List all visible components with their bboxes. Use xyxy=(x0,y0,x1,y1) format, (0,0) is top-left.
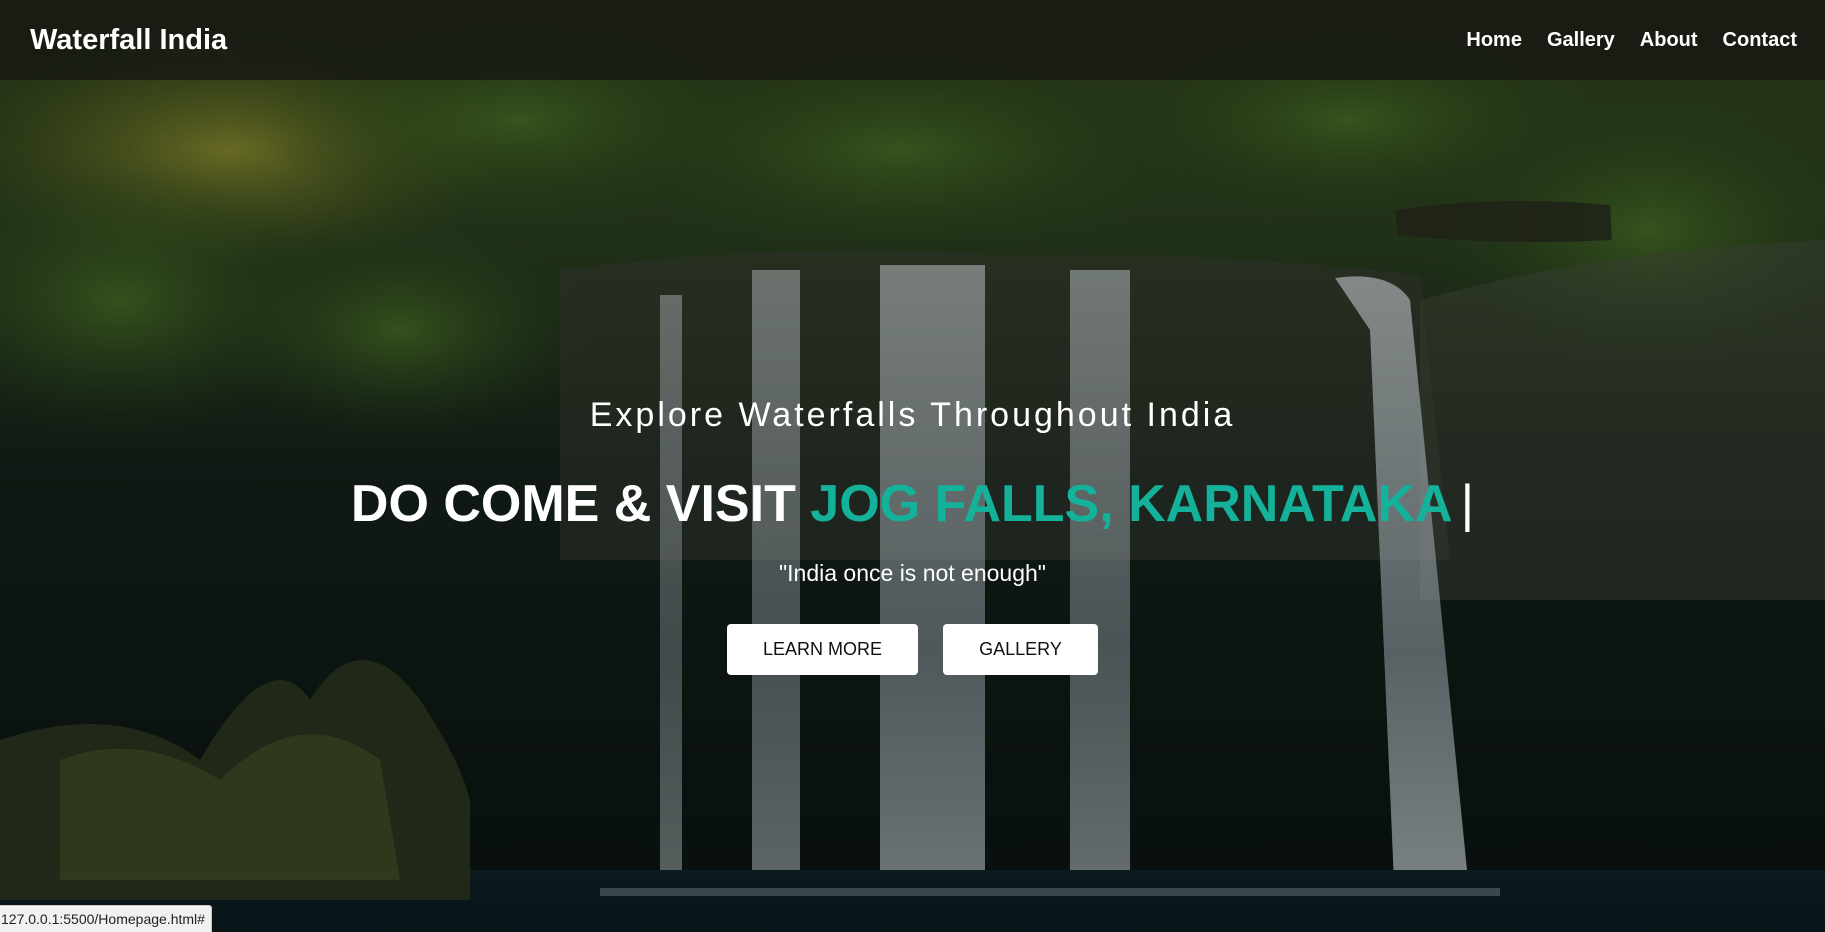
hero-headline: DO COME & VISIT JOG FALLS, KARNATAKA | xyxy=(0,474,1825,534)
hero-quote: "India once is not enough" xyxy=(779,560,1046,586)
nav-link-about[interactable]: About xyxy=(1640,29,1698,52)
hero-buttons: LEARN MORE GALLERY xyxy=(0,624,1825,675)
nav-link-gallery[interactable]: Gallery xyxy=(1547,29,1615,52)
nav-links: Home Gallery About Contact xyxy=(1466,29,1797,52)
nav-link-contact[interactable]: Contact xyxy=(1723,29,1797,52)
homepage: Waterfall India Home Gallery About Conta… xyxy=(0,0,1825,932)
status-bar-url: 127.0.0.1:5500/Homepage.html# xyxy=(0,905,212,932)
gallery-button[interactable]: GALLERY xyxy=(943,624,1098,675)
headline-highlight: JOG FALLS, KARNATAKA xyxy=(810,475,1453,533)
learn-more-button[interactable]: LEARN MORE xyxy=(727,624,918,675)
hero-background-image xyxy=(0,0,1825,932)
headline-prefix: DO COME & VISIT xyxy=(350,475,796,533)
nav-link-home[interactable]: Home xyxy=(1466,29,1522,52)
brand-logo[interactable]: Waterfall India xyxy=(30,24,227,57)
navbar: Waterfall India Home Gallery About Conta… xyxy=(0,0,1825,80)
typing-cursor: | xyxy=(1460,475,1475,533)
hero-tagline: Explore Waterfalls Throughout India xyxy=(589,396,1236,434)
